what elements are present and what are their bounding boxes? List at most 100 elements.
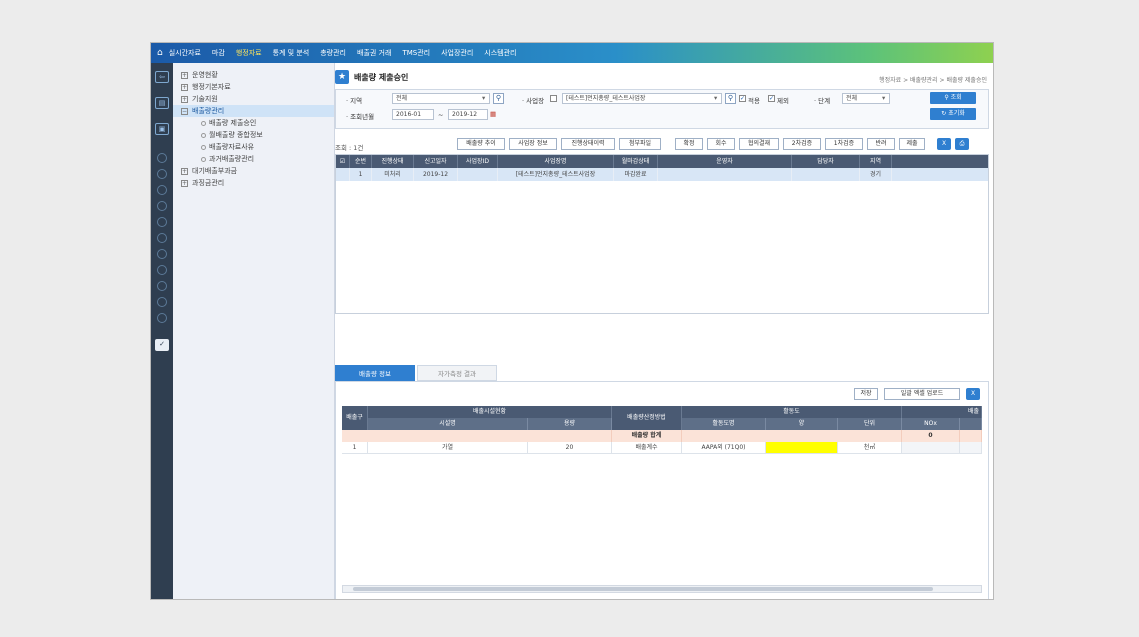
cell-more	[960, 442, 982, 454]
scrollbar-thumb[interactable]	[353, 587, 933, 591]
excel-icon[interactable]: X	[937, 138, 951, 150]
home-icon[interactable]: ⌂	[157, 48, 163, 58]
tree-subitem-reason[interactable]: 배출량자료사유	[173, 141, 334, 153]
tree-item-operation[interactable]: + 운영현황	[173, 69, 334, 81]
icon-sidebar: ⇦ ▤ ▣ ✓	[151, 63, 173, 599]
nav-menu-realtime[interactable]: 실시간자료	[169, 48, 201, 58]
exclude-checkbox[interactable]: ✓	[768, 95, 775, 102]
cell-outlet: 1	[342, 442, 368, 454]
confirm-button[interactable]: 확정	[675, 138, 703, 150]
first-verify-button[interactable]: 1차검증	[825, 138, 863, 150]
bullet-icon	[201, 132, 206, 138]
col-header: 시설명	[368, 418, 528, 430]
shortcut-9-icon[interactable]	[157, 297, 167, 307]
col-header: 용량	[528, 418, 612, 430]
site-select[interactable]: [테스트]먼지총량_테스트사업장	[562, 93, 722, 104]
submit-button[interactable]: 제출	[899, 138, 925, 150]
nav-menu-admin[interactable]: 행정자료	[236, 48, 262, 58]
trend-button[interactable]: 배출량 추이	[457, 138, 505, 150]
shortcut-5-icon[interactable]	[157, 233, 167, 243]
print-icon[interactable]: ⎙	[955, 138, 969, 150]
save-icon[interactable]: ▣	[155, 123, 169, 135]
tree-item-admin-basic[interactable]: + 행정기본자료	[173, 81, 334, 93]
shortcut-10-icon[interactable]	[157, 313, 167, 323]
shortcut-4-icon[interactable]	[157, 217, 167, 227]
select-all-checkbox[interactable]: ☑	[336, 155, 350, 168]
cell-date: 2019-12	[414, 168, 458, 181]
save-button[interactable]: 저장	[854, 388, 878, 400]
reset-button[interactable]: ↻ 초기화	[930, 108, 976, 120]
main-content: ★ 배출량 제출승인 행정자료 > 배출량관리 > 배출량 제출승인 · 지역 …	[335, 63, 993, 599]
collapse-icon[interactable]: −	[181, 107, 188, 115]
horizontal-scrollbar[interactable]	[342, 585, 982, 593]
star-icon[interactable]: ★	[335, 70, 349, 84]
table-row[interactable]: 1 미처리 2019-12 [테스트]먼지총량_테스트사업장 마감완료 경기	[336, 168, 988, 181]
table-row[interactable]: 1 가열 20 배출계수 AAPA외 (71Q0) 천㎥	[342, 442, 982, 454]
shortcut-2-icon[interactable]	[157, 185, 167, 195]
include-label: 적용	[748, 97, 760, 105]
shortcut-1-icon[interactable]	[157, 169, 167, 179]
tree-item-penalty[interactable]: + 과징금관리	[173, 177, 334, 189]
shortcut-7-icon[interactable]	[157, 265, 167, 275]
tab-emission-info[interactable]: 배출량 정보	[335, 365, 415, 381]
status-history-button[interactable]: 진행상태이력	[561, 138, 615, 150]
second-verify-button[interactable]: 2차검증	[783, 138, 821, 150]
search-button[interactable]: ⚲ 조회	[930, 92, 976, 104]
period-to-input[interactable]: 2019-12	[448, 109, 488, 120]
nav-menu-stats[interactable]: 통계 및 분석	[273, 48, 310, 58]
excel-icon[interactable]: X	[966, 388, 980, 400]
checkbox-icon[interactable]: ✓	[155, 339, 169, 351]
site-checkbox[interactable]	[550, 95, 557, 102]
tree-menu: + 운영현황 + 행정기본자료 + 기술지원 − 배출량관리 배출량 제출승인 월배출량…	[173, 63, 335, 599]
chevron-down-icon[interactable]: ▾	[482, 94, 485, 102]
shortcut-3-icon[interactable]	[157, 201, 167, 211]
expand-icon[interactable]: +	[181, 179, 188, 187]
cell-activity: AAPA외 (71Q0)	[682, 442, 766, 454]
region-select[interactable]: 전체	[392, 93, 490, 104]
breadcrumb: 행정자료 > 배출량관리 > 배출량 제출승인	[879, 77, 987, 84]
expand-icon[interactable]: +	[181, 167, 188, 175]
tree-subitem-submit-approval[interactable]: 배출량 제출승인	[173, 117, 334, 129]
nav-menu-tms[interactable]: TMS관리	[402, 48, 430, 58]
shortcut-6-icon[interactable]	[157, 249, 167, 259]
amount-input[interactable]	[766, 442, 838, 454]
grid-header-sub: 시설명 용량 활동도명 양 단위 NOx	[342, 418, 982, 430]
period-from-input[interactable]: 2016-01	[392, 109, 434, 120]
approval-button[interactable]: 협의결재	[739, 138, 779, 150]
nav-menu-closing[interactable]: 마감	[212, 48, 225, 58]
info-icon[interactable]	[157, 153, 167, 163]
chevron-down-icon[interactable]: ▾	[714, 94, 717, 102]
col-header	[960, 418, 982, 430]
col-header: 운영자	[658, 155, 792, 168]
nav-menu-total[interactable]: 총량관리	[320, 48, 346, 58]
expand-icon[interactable]: +	[181, 95, 188, 103]
site-info-button[interactable]: 사업장 정보	[509, 138, 557, 150]
cell-manager	[792, 168, 860, 181]
tree-subitem-past[interactable]: 과거배출량관리	[173, 153, 334, 165]
row-checkbox[interactable]	[336, 168, 350, 181]
window-icon[interactable]: ▤	[155, 97, 169, 109]
expand-icon[interactable]: +	[181, 83, 188, 91]
retrieve-button[interactable]: 회수	[707, 138, 735, 150]
nav-menu-trade[interactable]: 배출권 거래	[357, 48, 391, 58]
shortcut-8-icon[interactable]	[157, 281, 167, 291]
approval-grid: ☑ 순번 진행상태 신고일자 사업장ID 사업장명 월마감상태 운영자 담당자 …	[335, 154, 989, 314]
tree-item-tech-support[interactable]: + 기술지원	[173, 93, 334, 105]
excel-upload-button[interactable]: 일괄 엑셀 업로드	[884, 388, 960, 400]
logout-icon[interactable]: ⇦	[155, 71, 169, 83]
search-icon[interactable]: ⚲	[493, 93, 504, 104]
cell-monthly-status: 마감완료	[614, 168, 658, 181]
reject-button[interactable]: 반려	[867, 138, 895, 150]
tree-item-charge[interactable]: + 대기배출부과금	[173, 165, 334, 177]
nav-menu-system[interactable]: 시스템관리	[484, 48, 516, 58]
nav-menu-site[interactable]: 사업장관리	[441, 48, 473, 58]
calendar-icon[interactable]: ▦	[490, 110, 496, 118]
search-icon[interactable]: ⚲	[725, 93, 736, 104]
expand-icon[interactable]: +	[181, 71, 188, 79]
tree-item-emission-mgmt[interactable]: − 배출량관리	[173, 105, 334, 117]
chevron-down-icon[interactable]: ▾	[882, 94, 885, 102]
include-checkbox[interactable]: ✓	[739, 95, 746, 102]
attachment-button[interactable]: 첨부파일	[619, 138, 661, 150]
tab-self-measurement[interactable]: 자가측정 결과	[417, 365, 497, 381]
tree-subitem-monthly-summary[interactable]: 월배출량 종합정보	[173, 129, 334, 141]
